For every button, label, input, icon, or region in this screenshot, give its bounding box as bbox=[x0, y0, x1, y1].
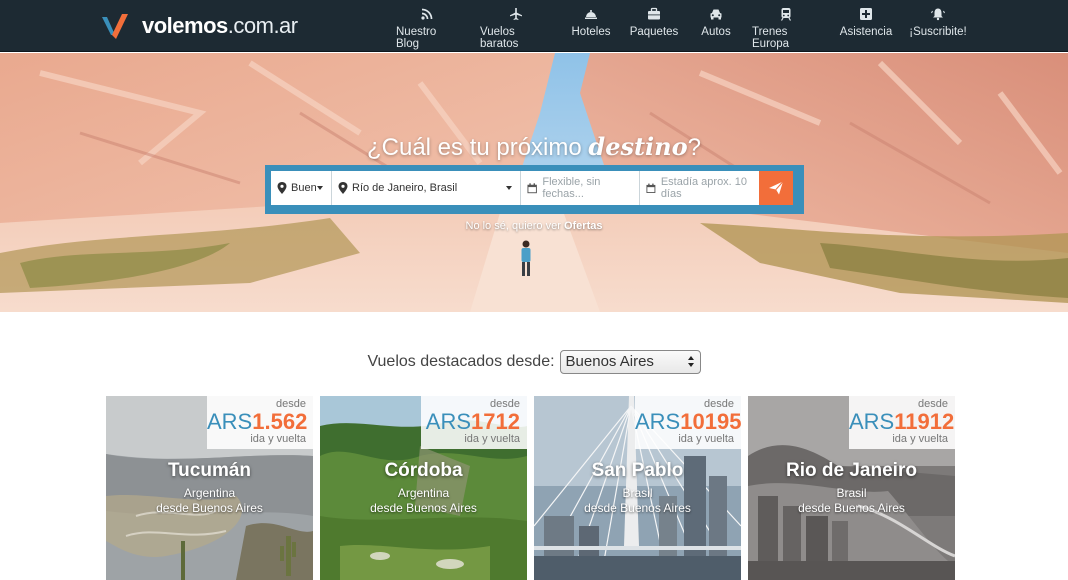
origin-city-select[interactable]: Buenos Aires bbox=[559, 350, 701, 374]
nav-label: Trenes Europa bbox=[752, 26, 790, 50]
price-line: ARS10195 bbox=[635, 409, 741, 434]
origin-text: desde Buenos Aires bbox=[584, 501, 691, 515]
destination-card-cordoba[interactable]: desde ARS1712 ida y vuelta Córdoba Argen… bbox=[320, 396, 527, 580]
plane-icon bbox=[510, 8, 522, 20]
price-box: desde ARS10195 ida y vuelta bbox=[635, 396, 741, 449]
destination-cards: desde ARS1.562 ida y vuelta Tucumán Arge… bbox=[106, 396, 955, 580]
price-value: 11912 bbox=[894, 409, 955, 434]
train-icon bbox=[780, 8, 792, 21]
nav-label: ¡Suscribite! bbox=[909, 26, 967, 38]
hero-title-question-mark: ? bbox=[687, 134, 701, 161]
origin-text: desde Buenos Aires bbox=[370, 501, 477, 515]
destination-country: Brasil bbox=[622, 486, 653, 500]
brand-name: volemos bbox=[142, 13, 228, 38]
flight-search-form: Buenos Aires Río de Janeiro, Brasil Flex… bbox=[265, 165, 804, 214]
car-icon bbox=[710, 9, 722, 20]
destination-card-san-pablo[interactable]: desde ARS10195 ida y vuelta San Pablo Br… bbox=[534, 396, 741, 580]
price-value: 10195 bbox=[680, 409, 741, 434]
price-box: desde ARS11912 ida y vuelta bbox=[849, 396, 955, 449]
calendar-icon bbox=[646, 183, 656, 193]
nav-label: Paquetes bbox=[629, 26, 679, 38]
nav-item-subscribe[interactable]: ¡Suscribite! bbox=[909, 0, 967, 52]
destination-card-tucuman[interactable]: desde ARS1.562 ida y vuelta Tucumán Arge… bbox=[106, 396, 313, 580]
briefcase-icon bbox=[648, 7, 660, 20]
offers-hint-text: No lo sé, quiero ver bbox=[465, 220, 561, 232]
featured-flights-header: Vuelos destacados desde: Buenos Aires bbox=[0, 350, 1068, 374]
trip-type: ida y vuelta bbox=[250, 433, 306, 445]
trip-type: ida y vuelta bbox=[892, 433, 948, 445]
origin-field[interactable]: Buenos Aires bbox=[271, 171, 332, 205]
destination-value: Río de Janeiro, Brasil bbox=[352, 182, 458, 194]
chevron-down-icon bbox=[317, 186, 323, 190]
price-box: desde ARS1712 ida y vuelta bbox=[421, 396, 527, 449]
origin-value: Buenos Aires bbox=[291, 182, 316, 194]
nav-item-blog[interactable]: Nuestro Blog bbox=[396, 0, 458, 52]
logo-mark-icon bbox=[102, 14, 128, 39]
hero-title-text: ¿Cuál es tu próximo bbox=[366, 134, 582, 161]
price-currency: ARS bbox=[849, 409, 895, 434]
calendar-icon bbox=[527, 182, 537, 193]
destination-country: Brasil bbox=[836, 486, 867, 500]
map-pin-icon bbox=[277, 182, 287, 194]
destination-city: San Pablo bbox=[591, 460, 684, 481]
price-currency: ARS bbox=[635, 409, 681, 434]
nav-item-flights[interactable]: Vuelos baratos bbox=[480, 0, 552, 52]
nav-label: Hoteles bbox=[571, 26, 611, 38]
nav-label: Autos bbox=[701, 26, 731, 38]
destination-country: Argentina bbox=[397, 486, 450, 500]
main-nav: Nuestro Blog Vuelos baratos Hoteles Paqu… bbox=[396, 0, 967, 52]
price-box: desde ARS1.562 ida y vuelta bbox=[207, 396, 313, 449]
nav-label: Nuestro Blog bbox=[396, 26, 437, 50]
destination-city: Rio de Janeiro bbox=[786, 460, 917, 481]
nav-item-hotels[interactable]: Hoteles bbox=[571, 0, 611, 52]
destination-city: Tucumán bbox=[167, 460, 252, 481]
select-arrows-icon bbox=[687, 355, 695, 369]
price-currency: ARS bbox=[425, 409, 472, 434]
trip-type: ida y vuelta bbox=[678, 433, 734, 445]
nav-item-cars[interactable]: Autos bbox=[701, 0, 731, 52]
origin-text: desde Buenos Aires bbox=[156, 501, 263, 515]
logo-text: volemos.com.ar bbox=[142, 13, 298, 39]
map-pin-icon bbox=[338, 182, 348, 194]
medical-plus-icon bbox=[860, 8, 872, 20]
hero-banner: ¿Cuál es tu próximo destino? Buenos Aire… bbox=[0, 53, 1068, 312]
destination-country: Argentina bbox=[183, 486, 236, 500]
chevron-down-icon bbox=[506, 186, 512, 190]
nav-label: Asistencia bbox=[839, 26, 893, 38]
nav-item-packages[interactable]: Paquetes bbox=[629, 0, 679, 52]
destination-city: Córdoba bbox=[384, 460, 463, 481]
site-logo[interactable]: volemos.com.ar bbox=[100, 10, 298, 42]
stay-placeholder: Estadía aprox. 10 días bbox=[660, 176, 748, 200]
origin-text: desde Buenos Aires bbox=[798, 501, 905, 515]
destination-field[interactable]: Río de Janeiro, Brasil bbox=[332, 171, 521, 205]
destination-card-rio-de-janeiro[interactable]: desde ARS11912 ida y vuelta Rio de Janei… bbox=[748, 396, 955, 580]
price-value: 1.562 bbox=[252, 409, 308, 434]
dates-field[interactable]: Flexible, sin fechas... bbox=[521, 171, 640, 205]
dates-placeholder: Flexible, sin fechas... bbox=[542, 176, 601, 200]
top-navbar: volemos.com.ar Nuestro Blog Vuelos barat… bbox=[0, 0, 1068, 52]
price-line: ARS11912 bbox=[849, 409, 954, 434]
paper-plane-icon bbox=[769, 181, 784, 195]
offers-hint: No lo sé, quiero ver Ofertas bbox=[0, 220, 1068, 232]
stay-duration-field[interactable]: Estadía aprox. 10 días bbox=[640, 171, 759, 205]
price-currency: ARS bbox=[207, 409, 253, 434]
search-submit-button[interactable] bbox=[759, 171, 793, 205]
offers-link[interactable]: Ofertas bbox=[564, 220, 603, 232]
bell-ring-icon bbox=[931, 8, 945, 21]
hero-title-emphasis: destino bbox=[588, 132, 688, 161]
nav-label: Vuelos baratos bbox=[480, 26, 519, 50]
nav-item-assistance[interactable]: Asistencia bbox=[839, 0, 893, 52]
trip-type: ida y vuelta bbox=[464, 433, 520, 445]
origin-select-value: Buenos Aires bbox=[565, 353, 654, 370]
featured-label: Vuelos destacados desde: bbox=[367, 353, 555, 370]
bell-hotel-icon bbox=[585, 10, 597, 19]
price-line: ARS1712 bbox=[421, 411, 520, 433]
price-value: 1712 bbox=[471, 409, 520, 434]
brand-tld: .com.ar bbox=[227, 13, 298, 38]
rss-icon bbox=[421, 8, 433, 20]
price-line: ARS1.562 bbox=[207, 409, 308, 434]
nav-item-trains[interactable]: Trenes Europa bbox=[752, 0, 820, 52]
hero-title: ¿Cuál es tu próximo destino? bbox=[0, 132, 1068, 162]
